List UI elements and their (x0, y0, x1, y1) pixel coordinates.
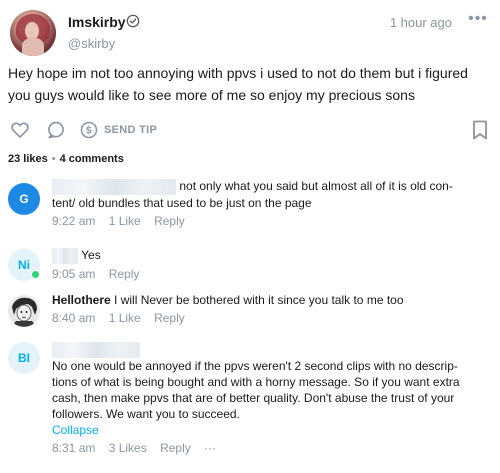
blurred-commenter-name (52, 178, 176, 195)
comment-reply-link[interactable]: Reply (154, 311, 185, 325)
send-tip-label: SEND TIP (104, 124, 158, 136)
comment-more-dots-icon[interactable]: ··· (204, 441, 216, 455)
comment-content: Yes 9:05 am Reply (52, 247, 492, 282)
commenter-name[interactable]: Hellothere (52, 293, 111, 307)
comment-avatar[interactable]: BI (8, 342, 40, 374)
post-timestamp: 1 hour ago (389, 15, 452, 30)
verified-badge-icon (126, 14, 140, 28)
stats-separator: • (51, 153, 56, 165)
post-stats: 23 likes • 4 comments (8, 153, 124, 165)
dollar-coin-icon: $ (80, 121, 98, 139)
avatar-initial: G (19, 192, 29, 206)
post-text: Hey hope im not too annoying with ppvs i… (8, 65, 468, 103)
bookmark-icon[interactable] (472, 120, 488, 140)
author-avatar[interactable] (10, 10, 56, 56)
comments-count[interactable]: 4 comments (60, 153, 124, 165)
post-actions: $ SEND TIP (8, 120, 492, 142)
comment-item: Ni Yes 9:05 am Reply (8, 245, 492, 281)
post-header: Imskirby @skirby 1 hour ago ••• (8, 8, 492, 58)
author-display-name[interactable]: Imskirby (68, 14, 126, 30)
comment-avatar[interactable]: G (8, 183, 40, 215)
likes-count[interactable]: 23 likes (8, 153, 48, 165)
comment-item: G not only what you said but almost all … (8, 175, 492, 233)
comment-meta: 9:05 am Reply (52, 266, 492, 282)
comment-likes-link[interactable]: 3 Likes (109, 441, 147, 455)
comment-meta: 9:22 am 1 Like Reply (52, 213, 492, 229)
comment-text-line: No one would be annoyed if the ppvs were… (52, 358, 458, 373)
collapse-link[interactable]: Collapse (52, 422, 492, 438)
comment-content: not only what you said but almost all of… (52, 178, 492, 229)
comment-likes-link[interactable]: 1 Like (109, 311, 141, 325)
comment-item: Hellothere I will Never be bothered with… (8, 292, 492, 328)
heart-icon[interactable] (10, 120, 30, 140)
comment-content: Hellothere I will Never be bothered with… (52, 292, 492, 326)
blurred-commenter-name (52, 341, 140, 358)
comment-text: not only what you said but almost all of… (179, 179, 453, 193)
comment-time: 9:05 am (52, 266, 96, 281)
send-tip-button[interactable]: $ SEND TIP (80, 120, 157, 140)
comment-text-line: cash, then make ppvs that are of better … (52, 390, 455, 405)
comment-time: 8:40 am (52, 311, 96, 325)
comment-item: BI No one would be annoyed if the ppvs w… (8, 341, 492, 467)
comment-reply-link[interactable]: Reply (109, 267, 140, 281)
post-card: Imskirby @skirby 1 hour ago ••• Hey hope… (0, 0, 500, 473)
comment-reply-link[interactable]: Reply (160, 441, 191, 455)
more-dots-icon[interactable]: ••• (468, 11, 488, 28)
comment-text-continued: tent/ old bundles that used to be just o… (52, 195, 312, 210)
comment-text: I will Never be bothered with it since y… (114, 293, 404, 307)
author-username[interactable]: @skirby (68, 36, 115, 51)
comment-reply-link[interactable]: Reply (154, 214, 185, 228)
comment-time: 8:31 am (52, 440, 96, 455)
sketch-portrait-avatar[interactable] (8, 295, 40, 327)
comment-text: Yes (81, 248, 101, 262)
comment-text-line: followers. We want you to succeed. (52, 406, 240, 421)
comment-time: 9:22 am (52, 213, 96, 228)
avatar-initial: Ni (18, 258, 30, 272)
comment-text-line: tions of what is being bought and with a… (52, 374, 460, 389)
comment-content: No one would be annoyed if the ppvs were… (52, 341, 492, 456)
online-status-indicator (31, 270, 40, 279)
comment-likes-link[interactable]: 1 Like (109, 214, 141, 228)
avatar-initial: BI (18, 351, 30, 365)
blurred-commenter-name (52, 247, 78, 264)
svg-text:$: $ (86, 125, 92, 136)
comment-bubble-icon[interactable] (46, 120, 66, 140)
comment-meta: 8:31 am 3 Likes Reply ··· (52, 440, 492, 456)
comment-meta: 8:40 am 1 Like Reply (52, 310, 492, 326)
